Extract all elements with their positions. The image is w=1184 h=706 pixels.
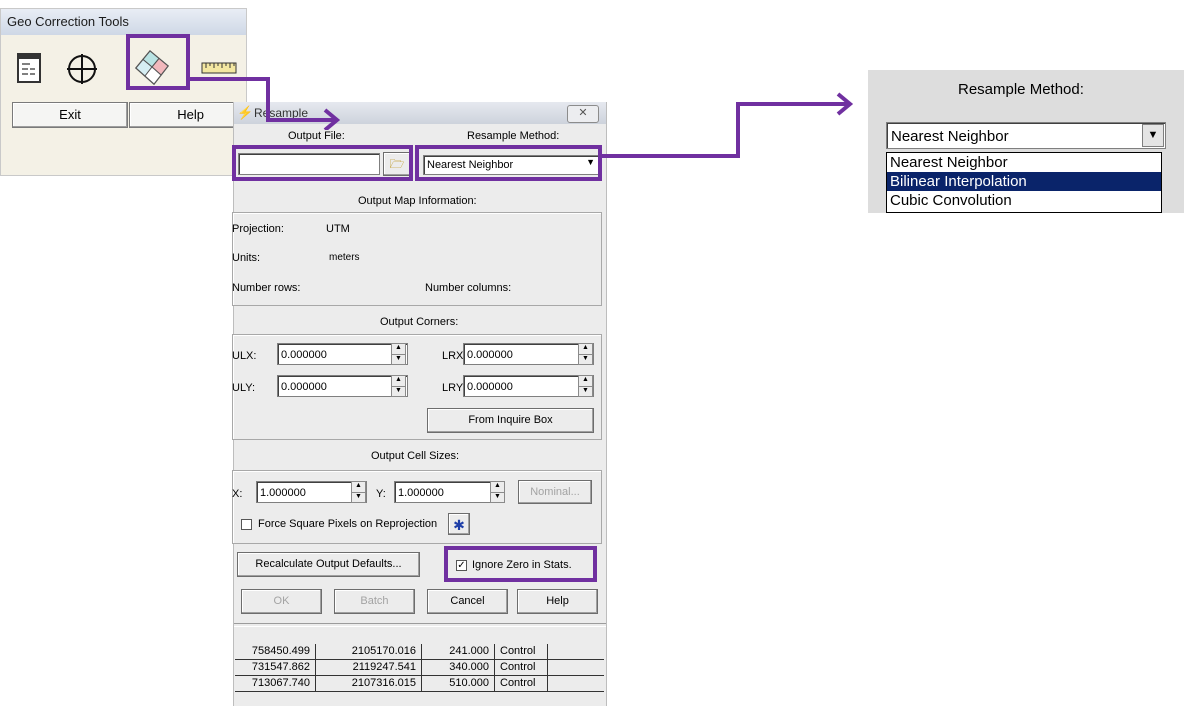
nominal-button[interactable]: Nominal... (518, 480, 592, 504)
uly-label: ULY: (232, 382, 256, 394)
table-row[interactable]: 758450.499 2105170.016 241.000 Control (235, 644, 604, 660)
dropdown-option-cubic[interactable]: Cubic Convolution (887, 191, 1161, 210)
table-cell: 731547.862 (235, 659, 316, 676)
table-row[interactable]: 731547.862 2119247.541 340.000 Control (235, 659, 604, 676)
ulx-input[interactable] (277, 343, 408, 365)
output-file-highlight (232, 145, 413, 181)
cell-x-spinner[interactable]: ▲ ▼ (351, 481, 366, 503)
close-button[interactable]: ✕ (567, 105, 599, 123)
units-value: meters (329, 252, 360, 263)
units-label: Units: (232, 252, 261, 264)
resample-method-highlight (415, 145, 602, 181)
ignore-zero-highlight (444, 546, 597, 582)
close-icon: ✕ (578, 107, 588, 119)
reprojection-button[interactable]: ✱ (448, 513, 470, 535)
table-cell: 2105170.016 (315, 644, 422, 660)
table-cell: Control (494, 659, 548, 676)
gcp-table: 758450.499 2105170.016 241.000 Control 7… (235, 644, 604, 692)
table-cell: 241.000 (421, 644, 495, 660)
resample-dialog: ⚡ Resample ✕ Output File: Resample Metho… (232, 102, 607, 706)
ulx-spinner[interactable]: ▲ ▼ (391, 343, 406, 365)
x-label: X: (232, 488, 243, 500)
rows-label: Number rows: (232, 282, 301, 294)
force-square-checkbox[interactable] (241, 519, 252, 530)
zoom-dropdown-button[interactable]: ▼ (1142, 124, 1164, 147)
dropdown-option-bilinear[interactable]: Bilinear Interpolation (887, 172, 1161, 191)
table-cell (547, 675, 604, 692)
table-cell: 2107316.015 (315, 675, 422, 692)
zoom-method-select[interactable]: Nearest Neighbor ▼ (886, 122, 1166, 149)
table-row[interactable]: 713067.740 2107316.015 510.000 Control (235, 675, 604, 692)
arrow-to-zoom (602, 92, 854, 158)
table-cell: 2119247.541 (315, 659, 422, 676)
lry-input[interactable] (463, 375, 594, 397)
ulx-label: ULX: (232, 350, 257, 362)
cell-sizes-heading: Output Cell Sizes: (371, 450, 460, 462)
uly-spinner[interactable]: ▲ ▼ (391, 375, 406, 397)
ok-button[interactable]: OK (241, 589, 322, 614)
lry-spinner[interactable]: ▲ ▼ (578, 375, 593, 397)
resample-method-label: Resample Method: (467, 130, 560, 142)
from-inquire-box-button[interactable]: From Inquire Box (427, 408, 594, 433)
arrow-to-dialog (188, 77, 341, 130)
zoom-dropdown-list: Nearest Neighbor Bilinear Interpolation … (886, 152, 1162, 213)
lrx-spinner[interactable]: ▲ ▼ (578, 343, 593, 365)
lrx-input[interactable] (463, 343, 594, 365)
projection-value: UTM (326, 223, 350, 235)
projection-label: Projection: (232, 223, 284, 235)
table-icon[interactable] (17, 53, 41, 83)
table-cell: 510.000 (421, 675, 495, 692)
recalculate-defaults-button[interactable]: Recalculate Output Defaults... (237, 552, 420, 577)
exit-button[interactable]: Exit (12, 102, 128, 128)
map-info-heading: Output Map Information: (358, 195, 477, 207)
resample-icon-highlight (126, 34, 190, 90)
crosshair-icon[interactable] (66, 53, 98, 85)
table-cell: 713067.740 (235, 675, 316, 692)
table-cell: Control (494, 644, 548, 660)
cell-y-input[interactable] (394, 481, 505, 503)
output-file-label: Output File: (288, 130, 345, 142)
table-cell (547, 644, 604, 660)
uly-input[interactable] (277, 375, 408, 397)
dropdown-option-nearest[interactable]: Nearest Neighbor (887, 153, 1161, 172)
cell-y-spinner[interactable]: ▲ ▼ (490, 481, 505, 503)
zoom-selected-value: Nearest Neighbor (891, 128, 1009, 145)
table-cell: Control (494, 675, 548, 692)
separator (234, 623, 606, 627)
resample-method-zoom: Resample Method: Nearest Neighbor ▼ Near… (868, 70, 1184, 213)
corners-heading: Output Corners: (380, 316, 459, 328)
table-cell (547, 659, 604, 676)
cols-label: Number columns: (425, 282, 512, 294)
batch-button[interactable]: Batch (334, 589, 415, 614)
zoom-heading: Resample Method: (958, 81, 1084, 98)
chevron-down-icon: ▼ (1147, 129, 1159, 141)
force-square-label: Force Square Pixels on Reprojection (258, 518, 438, 530)
panel-title: Geo Correction Tools (1, 9, 246, 35)
table-cell: 340.000 (421, 659, 495, 676)
cancel-button[interactable]: Cancel (427, 589, 508, 614)
dialog-help-button[interactable]: Help (517, 589, 598, 614)
asterisk-icon: ✱ (453, 517, 465, 533)
y-label: Y: (376, 488, 386, 500)
table-cell: 758450.499 (235, 644, 316, 660)
